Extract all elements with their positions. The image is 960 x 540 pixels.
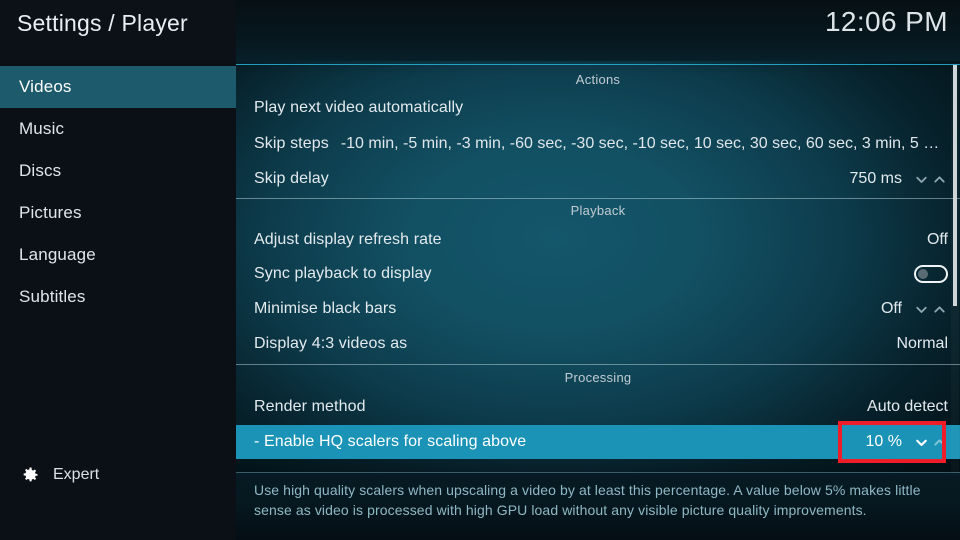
section-divider <box>236 364 960 365</box>
setting-row-render-method[interactable]: Render method Auto detect <box>236 390 960 424</box>
sidebar-item-label: Discs <box>19 161 62 180</box>
section-divider <box>236 198 960 199</box>
spinner-control[interactable] <box>913 301 948 318</box>
clock: 12:06 PM <box>824 6 948 37</box>
setting-label: Play next video automatically <box>254 99 464 116</box>
setting-row-skip-steps[interactable]: Skip steps -10 min, -5 min, -3 min, -60 … <box>236 127 960 161</box>
setting-label: Render method <box>254 398 366 415</box>
section-header-playback: Playback <box>570 203 626 218</box>
setting-row-adjust-refresh-rate[interactable]: Adjust display refresh rate Off <box>236 223 960 257</box>
description-divider <box>236 472 960 473</box>
setting-label: - Enable HQ scalers for scaling above <box>254 433 527 450</box>
chevron-up-icon[interactable] <box>931 434 948 451</box>
section-header-actions: Actions <box>575 72 621 87</box>
section-header-processing: Processing <box>564 370 632 385</box>
chevron-up-icon[interactable] <box>931 171 948 188</box>
setting-row-display-43-videos[interactable]: Display 4:3 videos as Normal <box>236 327 960 361</box>
page-title: Settings / Player <box>17 10 188 36</box>
setting-row-sync-playback[interactable]: Sync playback to display <box>236 257 960 291</box>
chevron-down-icon[interactable] <box>913 434 930 451</box>
setting-value: Off <box>880 300 902 317</box>
setting-value: 10 % <box>865 433 902 450</box>
window-header: Settings / Player 12:06 PM <box>0 0 960 61</box>
sidebar-item-label: Music <box>19 119 65 138</box>
setting-row-play-next-video[interactable]: Play next video automatically <box>236 91 960 125</box>
toggle-switch[interactable] <box>914 265 948 283</box>
sidebar-item-label: Pictures <box>19 203 82 222</box>
setting-value: Auto detect <box>867 398 948 415</box>
kodi-settings-screen: Settings / Player 12:06 PM Videos Music … <box>0 0 960 540</box>
chevron-up-icon[interactable] <box>931 301 948 318</box>
toggle-knob <box>918 269 928 279</box>
settings-level-button[interactable]: Expert <box>20 465 99 485</box>
setting-description-panel: Use high quality scalers when upscaling … <box>236 472 960 540</box>
scrollbar-thumb[interactable] <box>953 65 957 306</box>
setting-label: Skip delay <box>254 170 329 187</box>
settings-level-label: Expert <box>53 466 100 483</box>
gear-icon <box>20 465 40 485</box>
sidebar-item-pictures[interactable]: Pictures <box>0 192 236 234</box>
sidebar-item-discs[interactable]: Discs <box>0 150 236 192</box>
setting-value: Off <box>926 231 948 248</box>
setting-value: Normal <box>896 335 948 352</box>
sidebar-item-music[interactable]: Music <box>0 108 236 150</box>
sidebar-item-subtitles[interactable]: Subtitles <box>0 276 236 318</box>
sidebar: Videos Music Discs Pictures Language Sub… <box>0 61 236 540</box>
sidebar-item-language[interactable]: Language <box>0 234 236 276</box>
settings-list: Actions Play next video automatically Sk… <box>236 61 960 540</box>
sidebar-item-label: Videos <box>19 77 72 96</box>
chevron-down-icon[interactable] <box>913 301 930 318</box>
chevron-down-icon[interactable] <box>913 171 930 188</box>
content-top-rule <box>236 64 960 65</box>
sidebar-item-videos[interactable]: Videos <box>0 66 236 108</box>
setting-label: Sync playback to display <box>254 265 432 282</box>
setting-row-minimise-black-bars[interactable]: Minimise black bars Off <box>236 292 960 326</box>
setting-value: -10 min, -5 min, -3 min, -60 sec, -30 se… <box>340 135 948 152</box>
setting-label: Adjust display refresh rate <box>254 231 442 248</box>
setting-row-skip-delay[interactable]: Skip delay 750 ms <box>236 162 960 196</box>
setting-label: Minimise black bars <box>254 300 397 317</box>
setting-row-enable-hq-scalers[interactable]: - Enable HQ scalers for scaling above 10… <box>236 425 960 459</box>
setting-label: Skip steps <box>254 135 329 152</box>
setting-value: 750 ms <box>849 170 902 187</box>
spinner-control[interactable] <box>913 434 948 451</box>
spinner-control[interactable] <box>913 171 948 188</box>
setting-description-text: Use high quality scalers when upscaling … <box>254 482 921 518</box>
sidebar-item-label: Language <box>19 245 96 264</box>
sidebar-item-label: Subtitles <box>19 287 86 306</box>
setting-label: Display 4:3 videos as <box>254 335 408 352</box>
